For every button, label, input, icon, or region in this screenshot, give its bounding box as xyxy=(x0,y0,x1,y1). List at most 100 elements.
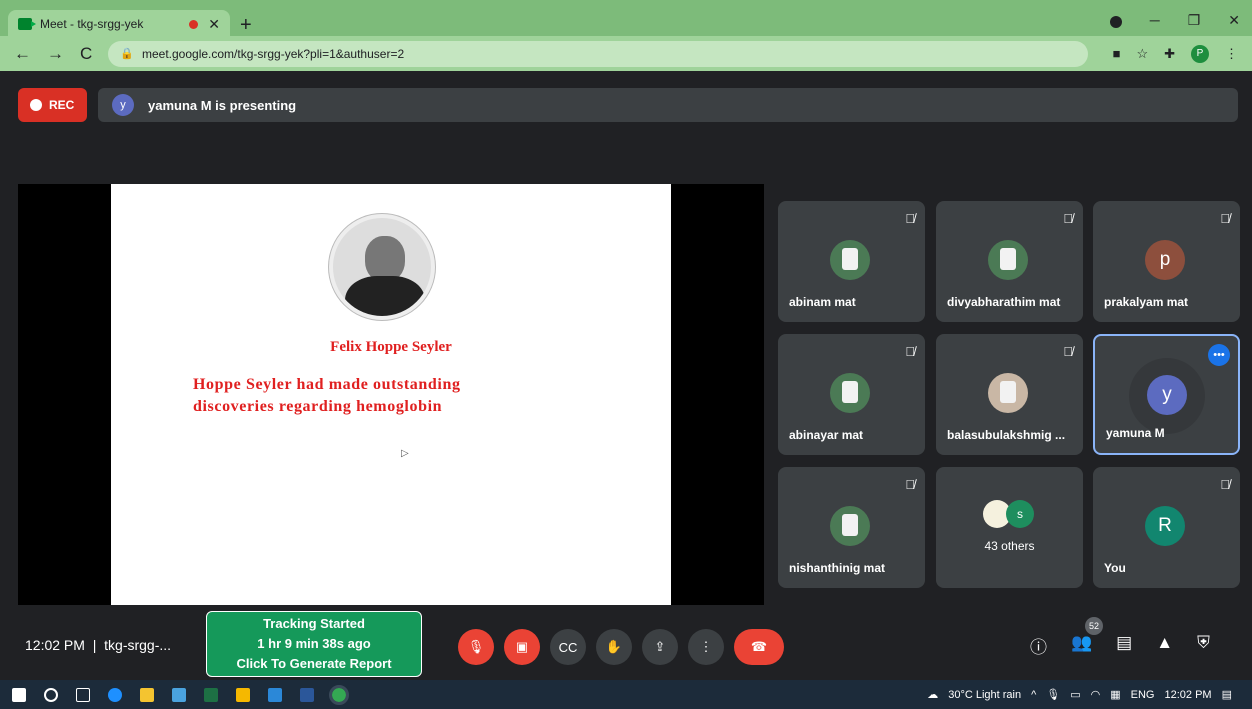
avatar xyxy=(830,373,870,413)
participant-name: You xyxy=(1104,561,1126,575)
participant-tile[interactable]: 🎙̸ p prakalyam mat xyxy=(1093,201,1240,322)
presenting-bar: y yamuna M is presenting xyxy=(98,88,1238,122)
slide: Felix Hoppe Seyler Hoppe Seyler had made… xyxy=(111,184,671,605)
battery-icon[interactable]: ▭ xyxy=(1070,688,1080,701)
url-text: meet.google.com/tkg-srgg-yek?pli=1&authu… xyxy=(141,46,405,61)
reload-button[interactable]: C xyxy=(80,44,92,64)
close-tab-icon[interactable]: ✕ xyxy=(208,16,220,33)
tab-title: Meet - tkg-srgg-yek xyxy=(40,17,144,31)
more-options-icon[interactable]: ••• xyxy=(1208,344,1230,366)
browser-tab[interactable]: Meet - tkg-srgg-yek ✕ xyxy=(8,10,230,38)
side-controls: ⓘ 👥 ▤ ▲ ⛨ xyxy=(1030,633,1210,658)
captions-button[interactable]: CC xyxy=(550,629,586,665)
back-button[interactable]: ← xyxy=(14,44,31,64)
file-explorer-icon[interactable] xyxy=(236,687,250,702)
extension-icon[interactable] xyxy=(1109,16,1122,28)
cursor-icon: ▷ xyxy=(401,448,409,459)
menu-icon[interactable]: ⋮ xyxy=(1225,46,1238,62)
new-tab-button[interactable]: + xyxy=(240,14,252,37)
mail-icon[interactable] xyxy=(172,687,186,702)
tracker-report-link: Click To Generate Report xyxy=(236,656,392,671)
chat-icon[interactable]: ▤ xyxy=(1116,633,1132,658)
store-icon[interactable] xyxy=(140,687,154,702)
people-icon[interactable]: 👥 xyxy=(1071,633,1092,658)
meet-area: REC y yamuna M is presenting Felix Hoppe… xyxy=(0,71,1252,680)
address-bar-row: ← → C 🔒 meet.google.com/tkg-srgg-yek?pli… xyxy=(0,36,1252,71)
presenter-avatar: y xyxy=(112,94,134,116)
lock-icon: 🔒 xyxy=(120,48,134,60)
avatar: R xyxy=(1145,506,1185,546)
participant-name: balasubulakshmig ... xyxy=(947,428,1066,442)
mic-icon[interactable]: 🎙 xyxy=(1046,688,1060,701)
extensions-icon[interactable]: ✚ xyxy=(1164,46,1175,62)
close-window-button[interactable]: ✕ xyxy=(1228,12,1240,29)
mic-off-icon: 🎙̸ xyxy=(905,211,915,226)
info-icon[interactable]: ⓘ xyxy=(1030,633,1047,658)
mic-off-icon: 🎙̸ xyxy=(1063,211,1073,226)
mic-off-icon: 🎙̸ xyxy=(1220,477,1230,492)
present-button[interactable]: ⇪ xyxy=(642,629,678,665)
portrait-image xyxy=(329,214,435,320)
camera-toggle-button[interactable]: ▣ xyxy=(504,629,540,665)
more-options-button[interactable]: ⋮ xyxy=(688,629,724,665)
tab-strip: Meet - tkg-srgg-yek ✕ + ─ ❐ ✕ xyxy=(0,6,1252,38)
slide-line-2: discoveries regarding hemoglobin xyxy=(193,398,443,415)
self-tile[interactable]: 🎙̸ R You xyxy=(1093,467,1240,588)
call-controls: 🎙 ▣ CC ✋ ⇪ ⋮ ☎ xyxy=(458,629,784,665)
taskbar-clock[interactable]: 12:02 PM xyxy=(1165,689,1212,701)
participant-tile[interactable]: 🎙̸ abinam mat xyxy=(778,201,925,322)
weather-text[interactable]: 30°C Light rain xyxy=(948,689,1021,701)
tray-chevron-icon[interactable]: ^ xyxy=(1031,689,1036,701)
participant-tile[interactable]: 🎙̸ divyabharathim mat xyxy=(936,201,1083,322)
others-tile[interactable]: s 43 others xyxy=(936,467,1083,588)
participant-name: prakalyam mat xyxy=(1104,295,1189,309)
minimize-button[interactable]: ─ xyxy=(1150,12,1160,29)
meeting-time: 12:02 PM xyxy=(25,637,85,653)
participant-tile[interactable]: 🎙̸ balasubulakshmig ... xyxy=(936,334,1083,455)
tracker-button[interactable]: Tracking Started 1 hr 9 min 38s ago Clic… xyxy=(206,611,422,677)
profile-avatar[interactable]: P xyxy=(1191,44,1209,63)
mic-toggle-button[interactable]: 🎙 xyxy=(458,629,494,665)
participant-name: abinam mat xyxy=(789,295,856,309)
leave-call-button[interactable]: ☎ xyxy=(734,629,784,665)
participant-tile[interactable]: 🎙̸ nishanthinig mat xyxy=(778,467,925,588)
rec-dot-icon xyxy=(30,99,42,111)
task-view-icon[interactable] xyxy=(76,687,90,702)
word-icon[interactable] xyxy=(300,687,314,702)
tracker-status: Tracking Started xyxy=(263,616,365,631)
excel-icon[interactable] xyxy=(204,687,218,702)
media-player-icon[interactable] xyxy=(268,687,282,702)
language-indicator[interactable]: ENG xyxy=(1131,689,1155,701)
mic-off-icon: 🎙̸ xyxy=(905,477,915,492)
windows-start-icon[interactable] xyxy=(12,687,26,702)
edge-icon[interactable] xyxy=(108,687,122,702)
participant-tile[interactable]: 🎙̸ abinayar mat xyxy=(778,334,925,455)
network-icon[interactable]: ▦ xyxy=(1110,688,1120,701)
avatar xyxy=(830,506,870,546)
meet-logo-icon xyxy=(18,18,36,30)
recording-icon xyxy=(189,19,199,29)
forward-button[interactable]: → xyxy=(47,44,64,64)
restore-button[interactable]: ❐ xyxy=(1188,12,1201,29)
star-icon[interactable]: ☆ xyxy=(1136,46,1148,62)
camera-icon[interactable]: ■ xyxy=(1113,46,1121,61)
activities-icon[interactable]: ▲ xyxy=(1156,633,1173,658)
avatar: p xyxy=(1145,240,1185,280)
raise-hand-button[interactable]: ✋ xyxy=(596,629,632,665)
mic-off-icon: 🎙̸ xyxy=(1220,211,1230,226)
participant-name: yamuna M xyxy=(1106,426,1165,440)
avatar: y xyxy=(1147,375,1187,415)
browser-chrome: Meet - tkg-srgg-yek ✕ + ─ ❐ ✕ ← → C 🔒 me… xyxy=(0,0,1252,71)
notification-icon[interactable]: ▤ xyxy=(1222,688,1232,701)
mic-off-icon: 🎙̸ xyxy=(1063,344,1073,359)
wifi-icon[interactable]: ◠ xyxy=(1091,688,1101,701)
chrome-icon[interactable] xyxy=(329,684,349,705)
meeting-code: tkg-srgg-... xyxy=(104,637,172,653)
mic-off-icon: 🎙̸ xyxy=(905,344,915,359)
search-icon[interactable] xyxy=(44,687,58,702)
slide-title: Felix Hoppe Seyler xyxy=(330,339,452,355)
tracker-elapsed: 1 hr 9 min 38s ago xyxy=(257,636,371,651)
participant-tile-active[interactable]: ••• y yamuna M xyxy=(1093,334,1240,455)
host-controls-icon[interactable]: ⛨ xyxy=(1197,633,1210,658)
address-bar[interactable]: 🔒 meet.google.com/tkg-srgg-yek?pli=1&aut… xyxy=(108,40,1089,67)
